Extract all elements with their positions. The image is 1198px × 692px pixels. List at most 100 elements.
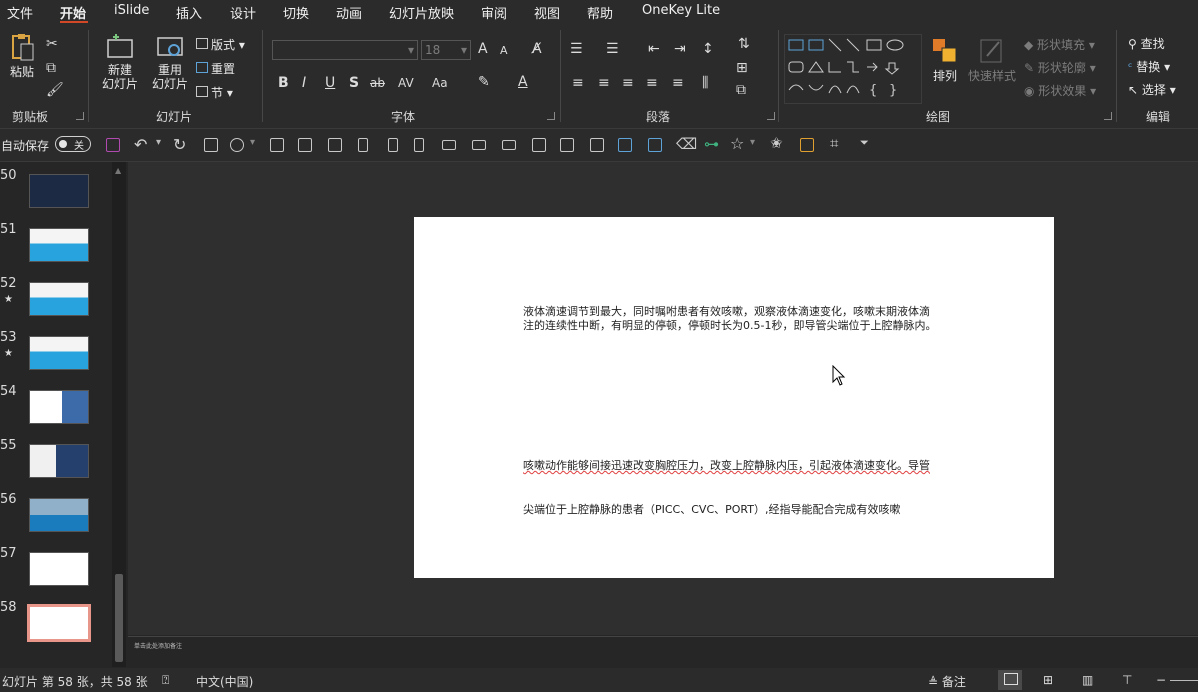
format-painter-icon[interactable]: 🖌 xyxy=(46,82,64,98)
slide-thumbnail[interactable] xyxy=(29,444,89,478)
shape-fill-button[interactable]: ◆ 形状填充 ▾ xyxy=(1024,36,1095,53)
drawing-launcher-icon[interactable] xyxy=(1104,112,1112,120)
scroll-up-icon[interactable]: ▲ xyxy=(115,166,121,175)
select-button[interactable]: ↖ 选择 ▾ xyxy=(1128,81,1176,98)
menu-animations[interactable]: 动画 xyxy=(336,3,362,22)
scrollbar-thumb[interactable] xyxy=(115,574,123,662)
current-slide[interactable]: 液体滴速调节到最大，同时嘱咐患者有效咳嗽，观察液体滴速变化，咳嗽末期液体滴 注的… xyxy=(414,217,1054,578)
menu-review[interactable]: 审阅 xyxy=(481,3,507,22)
text-direction-icon[interactable]: ⇅ xyxy=(738,36,750,52)
menu-design[interactable]: 设计 xyxy=(230,3,256,22)
menu-slideshow[interactable]: 幻灯片放映 xyxy=(389,3,454,22)
align-left-icon[interactable]: ≡ xyxy=(572,75,584,91)
zoom-out-icon[interactable]: − xyxy=(1156,673,1166,687)
connector-icon[interactable]: ⊶ xyxy=(704,135,719,153)
slide-thumbnail[interactable] xyxy=(29,498,89,532)
font-launcher-icon[interactable] xyxy=(547,112,555,120)
slide-text-para1-line2[interactable]: 注的连续性中断，有明显的停顿，停顿时长为0.5-1秒，即导管尖端位于上腔静脉内。 xyxy=(523,319,936,333)
shrink-font-icon[interactable]: A xyxy=(500,43,508,59)
align-top-icon[interactable] xyxy=(442,140,456,150)
slide-thumbnail[interactable] xyxy=(29,228,89,262)
normal-view-button[interactable] xyxy=(998,670,1022,690)
align-middle-icon[interactable] xyxy=(472,140,486,150)
find-button[interactable]: ⚲ 查找 xyxy=(1128,35,1165,52)
slide-text-para1-line1[interactable]: 液体滴速调节到最大，同时嘱咐患者有效咳嗽，观察液体滴速变化，咳嗽末期液体滴 xyxy=(523,305,930,319)
highlight-icon[interactable]: ✎ xyxy=(478,74,490,90)
picture-icon[interactable] xyxy=(590,138,604,152)
new-slide-button[interactable]: 新建 幻灯片 xyxy=(96,34,144,91)
shape-combine-icon[interactable] xyxy=(230,138,244,152)
distribute-horizontal-icon[interactable] xyxy=(532,138,546,152)
chevron-down-icon[interactable]: ▾ xyxy=(750,137,755,148)
decrease-indent-icon[interactable]: ⇤ xyxy=(648,41,660,57)
layout-button[interactable]: 版式 ▾ xyxy=(196,36,245,53)
slide-thumbnail[interactable] xyxy=(29,552,89,586)
notes-toggle-button[interactable]: ≜ 备注 xyxy=(928,673,966,690)
copy-icon[interactable]: ⧉ xyxy=(46,60,56,76)
group-icon[interactable] xyxy=(328,138,342,152)
slide-thumbnail[interactable] xyxy=(27,604,91,642)
bold-button[interactable]: B xyxy=(278,75,289,91)
slide-text-para2-line2[interactable]: 尖端位于上腔静脉的患者（PICC、CVC、PORT）,经指导能配合完成有效咳嗽 xyxy=(523,503,900,517)
notes-pane[interactable]: 单击此处添加备注 xyxy=(128,636,1198,668)
slide-thumbnail[interactable] xyxy=(29,174,89,208)
autosave-toggle[interactable]: 关 xyxy=(55,136,91,152)
video-icon[interactable] xyxy=(648,138,662,152)
language-indicator[interactable]: 中文(中国) xyxy=(196,673,253,690)
menu-insert[interactable]: 插入 xyxy=(176,3,202,22)
customize-qat-icon[interactable]: ⏷ xyxy=(860,136,869,150)
slide-sorter-icon[interactable]: ⊞ xyxy=(1043,673,1053,687)
align-center-icon[interactable]: ≡ xyxy=(598,75,610,91)
slide-thumbnail[interactable] xyxy=(29,336,89,370)
numbering-icon[interactable]: ☰ xyxy=(606,41,619,57)
reading-view-icon[interactable]: ▥ xyxy=(1082,673,1093,687)
align-left-icon[interactable] xyxy=(358,138,368,152)
smartart-icon[interactable]: ⧉ xyxy=(736,82,746,98)
cut-icon[interactable]: ✂ xyxy=(46,36,58,52)
arrange-button[interactable]: 排列 xyxy=(928,36,962,83)
shadow-button[interactable]: S xyxy=(349,75,359,91)
menu-help[interactable]: 帮助 xyxy=(587,3,613,22)
distribute-vertical-icon[interactable] xyxy=(560,138,574,152)
justify-icon[interactable]: ≡ xyxy=(646,75,658,91)
font-size-combo[interactable]: 18 ▾ xyxy=(421,40,471,60)
slide-thumbnail-pane[interactable]: 50 51 52 ★ 53 ★ 54 55 56 57 58 xyxy=(0,162,112,667)
undo-icon[interactable]: ↶ xyxy=(134,135,147,154)
notes-placeholder[interactable]: 单击此处添加备注 xyxy=(134,641,182,650)
italic-button[interactable]: I xyxy=(302,75,306,91)
change-case-button[interactable]: Aa xyxy=(432,75,448,91)
increase-indent-icon[interactable]: ⇥ xyxy=(674,41,686,57)
textbox-icon[interactable] xyxy=(618,138,632,152)
line-spacing-icon[interactable]: ↕ xyxy=(702,41,714,57)
font-name-combo[interactable]: ▾ xyxy=(272,40,418,60)
eraser-icon[interactable]: ⌫ xyxy=(676,135,697,153)
clear-format-icon[interactable]: A̸ xyxy=(532,41,542,57)
align-text-icon[interactable]: ⊞ xyxy=(736,60,748,76)
redo-icon[interactable]: ↻ xyxy=(173,135,186,154)
columns-icon[interactable]: ⫼ xyxy=(702,75,708,91)
duplicate-icon[interactable] xyxy=(298,138,312,152)
chevron-down-icon[interactable]: ▾ xyxy=(250,137,255,148)
menu-islide[interactable]: iSlide xyxy=(114,3,149,18)
accessibility-icon[interactable]: ⍰ xyxy=(162,673,169,688)
crop-icon[interactable]: ⌗ xyxy=(830,134,838,152)
paragraph-launcher-icon[interactable] xyxy=(767,112,775,120)
effects-icon[interactable]: ✬ xyxy=(770,134,783,152)
new-file-icon[interactable] xyxy=(270,138,284,152)
shapes-gallery[interactable]: { } xyxy=(784,34,922,104)
zoom-slider[interactable] xyxy=(1170,680,1198,681)
grow-font-icon[interactable]: A xyxy=(478,41,488,57)
strikethrough-button[interactable]: ab xyxy=(370,75,385,91)
star-icon[interactable]: ☆ xyxy=(730,134,744,153)
section-button[interactable]: 节 ▾ xyxy=(196,84,233,101)
clipboard-launcher-icon[interactable] xyxy=(76,112,84,120)
paste-button[interactable]: 粘贴 xyxy=(6,32,38,79)
align-right-icon[interactable]: ≡ xyxy=(622,75,634,91)
slide-text-para2-line1[interactable]: 咳嗽动作能够间接迅速改变胸腔压力，改变上腔静脉内压，引起液体滴速变化。导管 xyxy=(523,459,930,473)
bullets-icon[interactable]: ☰ xyxy=(570,41,583,57)
shape-outline-button[interactable]: ✎ 形状轮廓 ▾ xyxy=(1024,59,1096,76)
slide-thumbnail[interactable] xyxy=(29,390,89,424)
distributed-icon[interactable]: ≡ xyxy=(672,75,684,91)
thumbnail-scrollbar[interactable]: ▲ xyxy=(112,162,126,667)
align-right-icon[interactable] xyxy=(414,138,424,152)
